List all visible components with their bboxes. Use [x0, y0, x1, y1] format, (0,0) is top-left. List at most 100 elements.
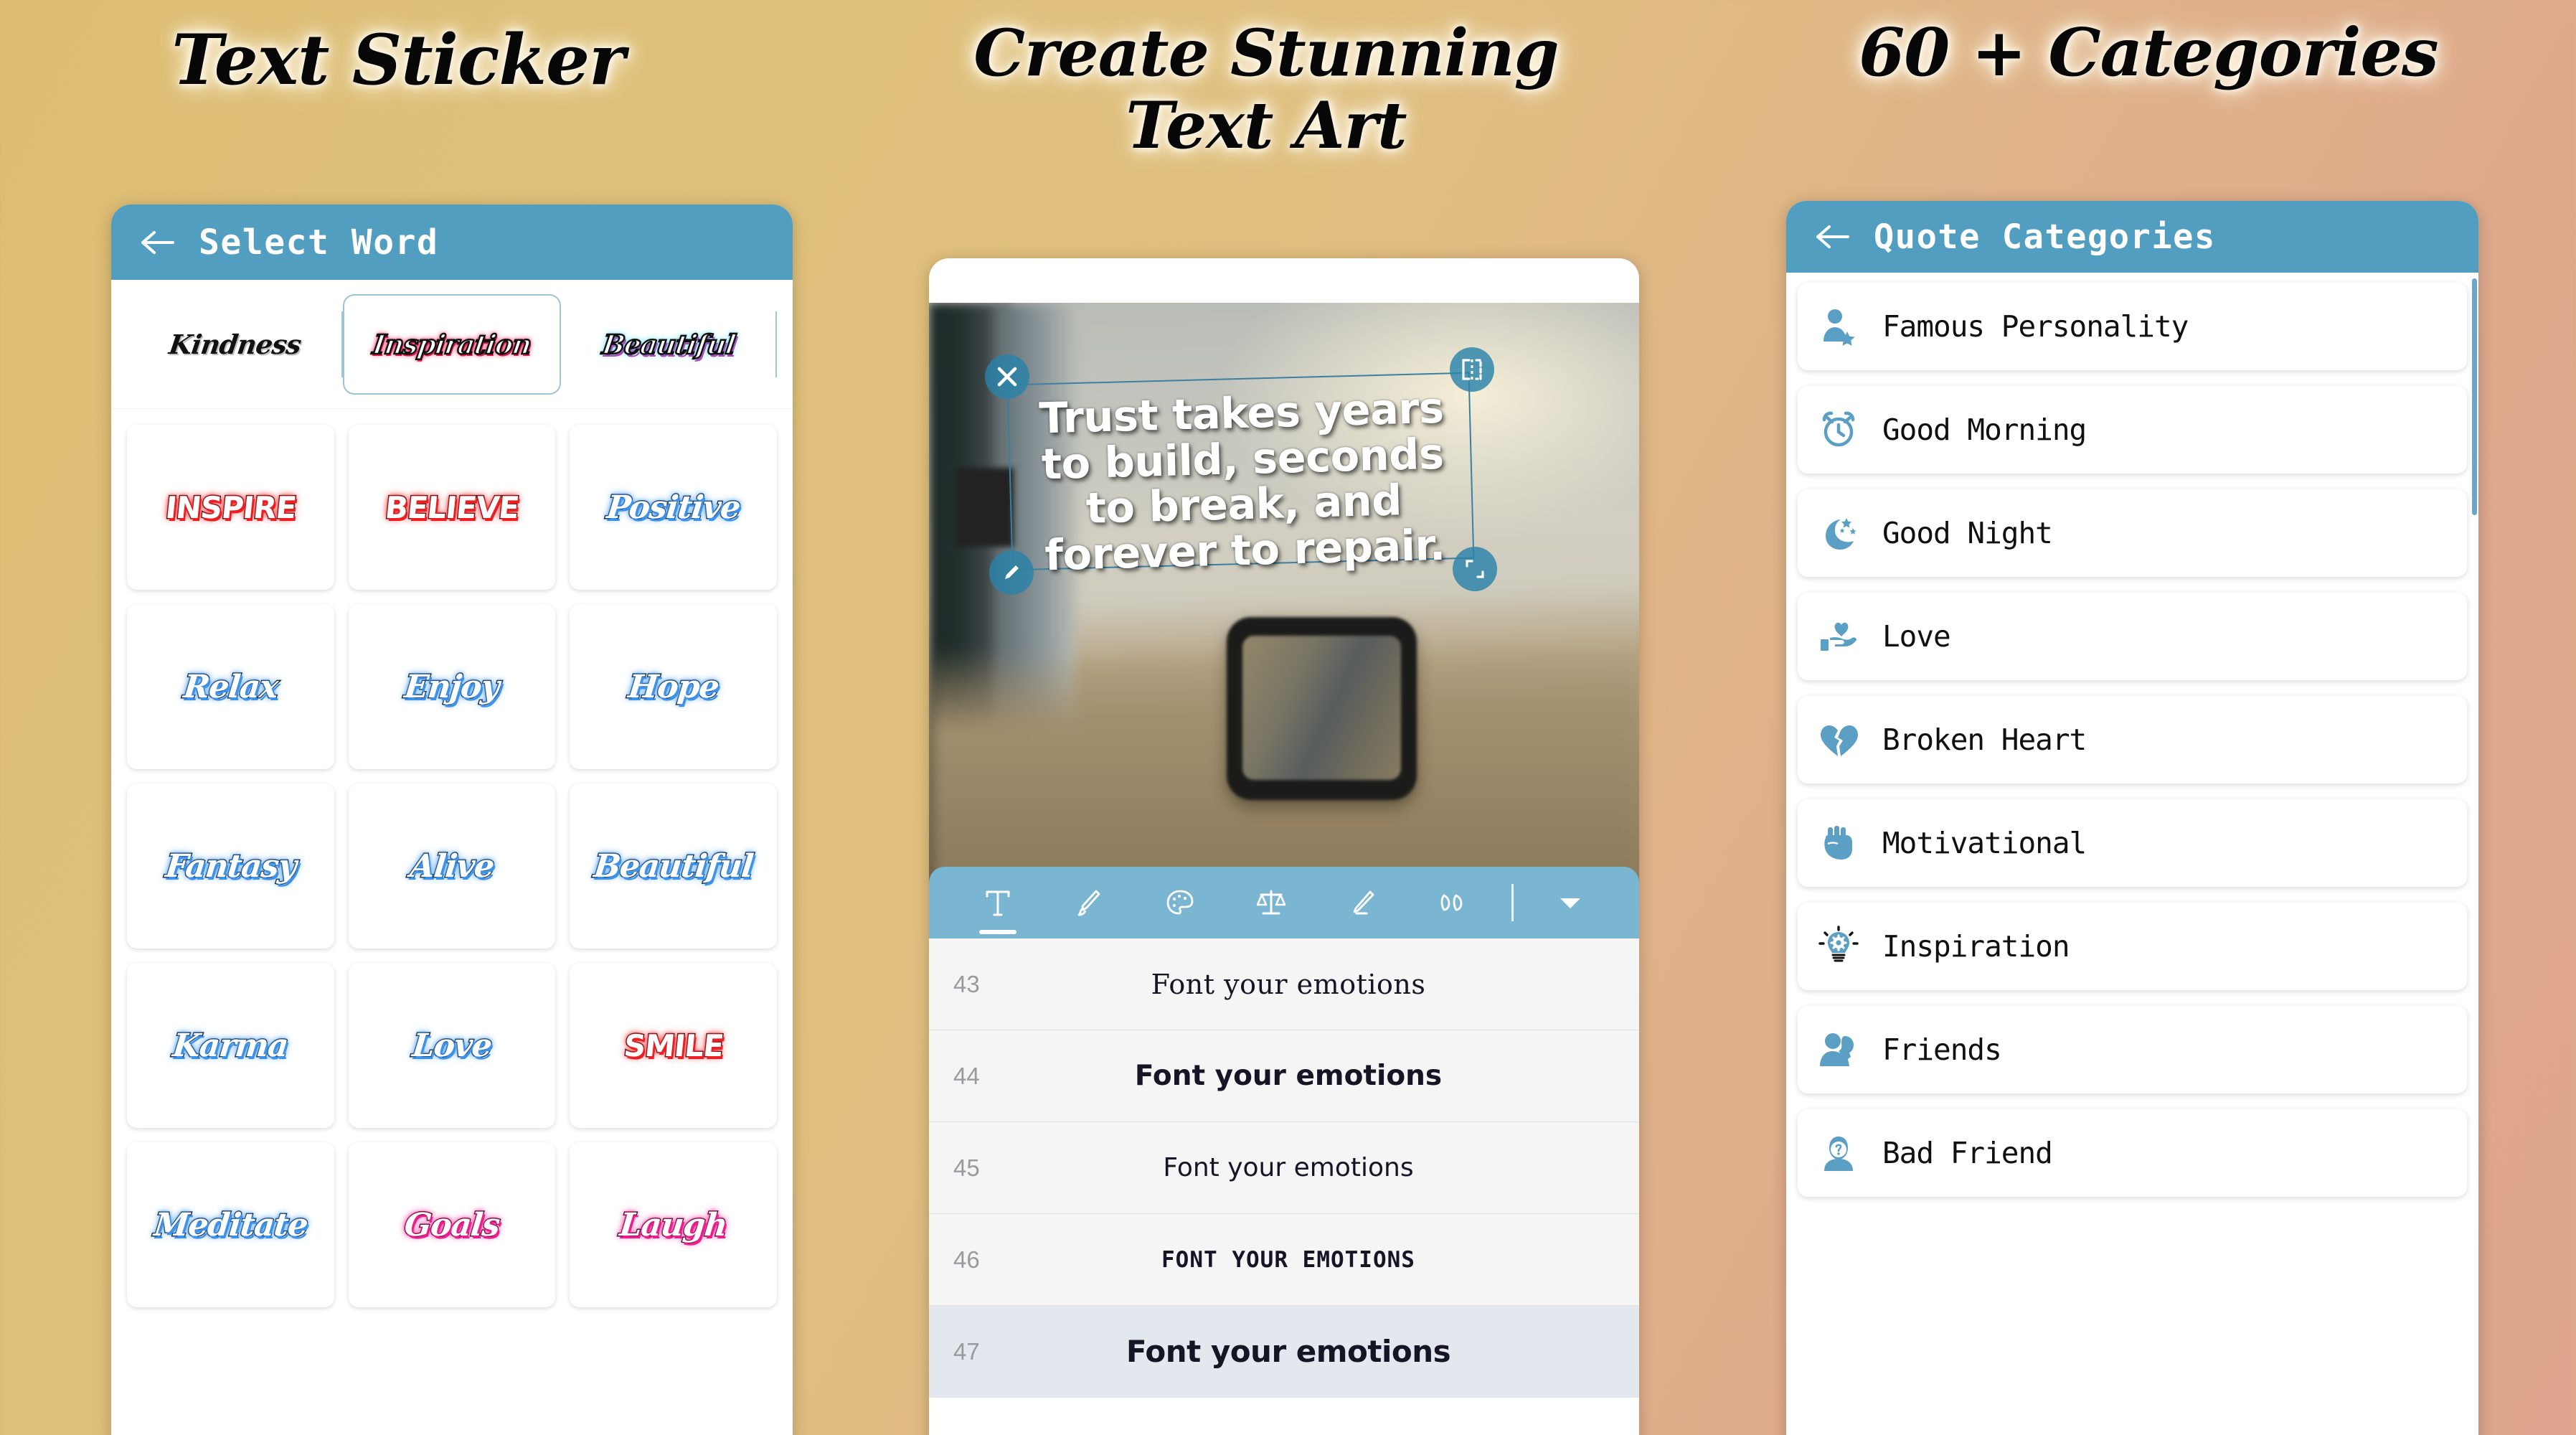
font-row-sample: Font your emotions	[1163, 1153, 1414, 1182]
font-row-selected[interactable]: 47 Font your emotions	[929, 1306, 1639, 1398]
sticker-label: Karma	[170, 1026, 291, 1065]
sticker-card[interactable]: INSPIRE	[127, 425, 334, 590]
sticker-card[interactable]: Relax	[127, 604, 334, 769]
select-word-appbar: Select Word	[111, 204, 793, 280]
font-row-sample: Font your emotions	[1126, 1334, 1451, 1369]
sticker-label: Meditate	[151, 1205, 310, 1244]
sticker-label: Positive	[604, 488, 743, 527]
sticker-card[interactable]: Laugh	[570, 1142, 777, 1307]
two-people-icon	[1816, 1027, 1861, 1072]
font-row-sample: Font your emotions	[1151, 968, 1426, 1000]
category-label: Friends	[1882, 1032, 2002, 1067]
hero-heading-middle: Create Stunning Text Art	[973, 15, 1559, 164]
person-star-icon	[1816, 304, 1861, 349]
toolbar-divider	[1511, 884, 1514, 921]
photo-mirror-glass	[1242, 636, 1401, 780]
alarm-clock-icon	[1816, 408, 1861, 452]
category-item-inspiration[interactable]: Inspiration	[1798, 903, 2467, 990]
sticker-card[interactable]: Goals	[348, 1142, 556, 1307]
back-arrow-icon[interactable]	[138, 228, 176, 257]
sticker-card[interactable]: Love	[348, 963, 556, 1128]
sticker-label: INSPIRE	[163, 489, 299, 526]
sticker-card[interactable]: Meditate	[127, 1142, 334, 1307]
category-label: Inspiration	[1882, 929, 2070, 964]
word-tab-label: Inspiration	[370, 327, 534, 361]
category-item-good-morning[interactable]: Good Morning	[1798, 386, 2467, 474]
font-row-number: 43	[953, 970, 980, 997]
sticker-card[interactable]: SMILE	[570, 963, 777, 1128]
overlay-quote-text: Trust takes years to build, seconds to b…	[1038, 382, 1446, 580]
sticker-label: Laugh	[617, 1205, 730, 1244]
sticker-card[interactable]: Alive	[348, 784, 556, 949]
font-row-number: 46	[953, 1246, 980, 1273]
sticker-card[interactable]: Fantasy	[127, 784, 334, 949]
sticker-card[interactable]: Enjoy	[348, 604, 556, 769]
sticker-card[interactable]: Hope	[570, 604, 777, 769]
quotation-icon[interactable]	[1408, 867, 1499, 938]
sticker-label: Fantasy	[162, 847, 298, 885]
category-label: Motivational	[1882, 826, 2087, 860]
category-item-love[interactable]: Love	[1798, 593, 2467, 680]
sticker-card[interactable]: Karma	[127, 963, 334, 1128]
category-label: Good Morning	[1882, 413, 2087, 447]
sticker-label: Relax	[181, 667, 280, 706]
word-tab-label: Beautiful	[600, 327, 738, 361]
scales-icon[interactable]	[1226, 867, 1317, 938]
sticker-label: SMILE	[621, 1027, 726, 1064]
sticker-label: BELIEVE	[382, 489, 522, 526]
word-tab-beautiful[interactable]: Beautiful	[561, 294, 777, 395]
category-item-broken-heart[interactable]: Broken Heart	[1798, 696, 2467, 784]
broken-heart-icon	[1816, 718, 1861, 762]
sticker-label: Hope	[626, 667, 722, 706]
category-item-bad-friend[interactable]: Bad Friend	[1798, 1109, 2467, 1197]
sticker-label: Goals	[402, 1205, 502, 1244]
word-tab-row: Kindness Inspiration Beautiful	[111, 280, 793, 409]
font-row[interactable]: 45 Font your emotions	[929, 1122, 1639, 1214]
font-row[interactable]: 44 Font your emotions	[929, 1030, 1639, 1122]
category-item-good-night[interactable]: Good Night	[1798, 489, 2467, 577]
paintbrush-icon[interactable]	[1043, 867, 1134, 938]
sticker-label: Alive	[407, 847, 497, 885]
sticker-card[interactable]: BELIEVE	[348, 425, 556, 590]
text-overlay[interactable]: Trust takes years to build, seconds to b…	[1019, 382, 1468, 580]
font-list: 43 Font your emotions 44 Font your emoti…	[929, 938, 1639, 1398]
word-tab-inspiration[interactable]: Inspiration	[342, 293, 562, 395]
category-list: Famous Personality Good Morning Good Nig…	[1786, 273, 2478, 1435]
hero-heading-left: Text Sticker	[171, 19, 625, 100]
palette-icon[interactable]	[1135, 867, 1226, 938]
category-label: Broken Heart	[1882, 723, 2087, 757]
resize-icon[interactable]	[1453, 547, 1497, 591]
word-tab-kindness[interactable]: Kindness	[127, 294, 343, 395]
pen-icon[interactable]	[1317, 867, 1408, 938]
sticker-label: Enjoy	[402, 667, 502, 706]
lightbulb-gear-icon	[1816, 924, 1861, 969]
scrollbar[interactable]	[2472, 278, 2477, 515]
text-T-icon[interactable]	[952, 867, 1043, 938]
word-tab-label: Kindness	[166, 328, 303, 360]
chevron-down-icon[interactable]	[1525, 867, 1616, 938]
sticker-grid: INSPIRE BELIEVE Positive Relax Enjoy Hop…	[111, 409, 793, 1307]
font-row-sample: FONT YOUR EMOTIONS	[1161, 1246, 1415, 1273]
category-item-motivational[interactable]: Motivational	[1798, 799, 2467, 887]
sticker-label: Love	[410, 1026, 494, 1065]
pencil-icon[interactable]	[989, 550, 1034, 595]
font-row-sample: Font your emotions	[1134, 1060, 1443, 1092]
categories-appbar: Quote Categories	[1786, 201, 2478, 273]
font-row[interactable]: 43 Font your emotions	[929, 938, 1639, 1030]
sticker-card[interactable]: Beautiful	[570, 784, 777, 949]
category-item-famous-personality[interactable]: Famous Personality	[1798, 283, 2467, 370]
sticker-card[interactable]: Positive	[570, 425, 777, 590]
flip-icon[interactable]	[1450, 347, 1494, 392]
sticker-label: Beautiful	[591, 847, 756, 885]
category-label: Good Night	[1882, 516, 2053, 550]
back-arrow-icon[interactable]	[1813, 222, 1851, 251]
hand-heart-icon	[1816, 614, 1861, 659]
category-item-friends[interactable]: Friends	[1798, 1006, 2467, 1093]
close-icon[interactable]	[985, 354, 1029, 399]
select-word-panel: Select Word Kindness Inspiration Beautif…	[111, 204, 793, 1435]
page-title: Quote Categories	[1874, 217, 2216, 257]
font-row[interactable]: 46 FONT YOUR EMOTIONS	[929, 1214, 1639, 1306]
editor-toolbar	[929, 867, 1639, 938]
editor-canvas[interactable]: Trust takes years to build, seconds to b…	[929, 303, 1639, 884]
editor-panel: Trust takes years to build, seconds to b…	[929, 258, 1639, 1435]
